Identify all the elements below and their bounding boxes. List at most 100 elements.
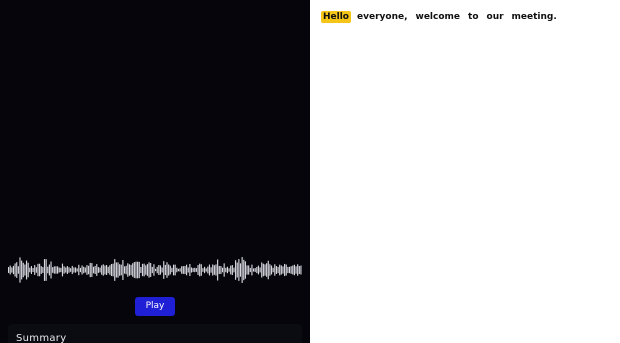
- waveform-bar: [274, 264, 276, 276]
- waveform-bar: [164, 264, 166, 276]
- waveform-bar: [53, 266, 55, 274]
- waveform-bar: [112, 263, 114, 277]
- waveform-bar: [161, 267, 163, 273]
- waveform-bar: [107, 266, 109, 274]
- waveform-bar: [261, 262, 263, 278]
- waveform-bar: [297, 264, 299, 276]
- waveform-bar: [248, 265, 250, 275]
- waveform-bar: [40, 266, 42, 274]
- waveform-bar: [236, 262, 238, 278]
- waveform-bar: [106, 265, 108, 275]
- waveform-bar: [32, 268, 34, 272]
- waveform-bar: [287, 266, 289, 274]
- waveform-bar: [29, 267, 31, 273]
- waveform-bar: [200, 264, 202, 276]
- waveform-bar: [135, 261, 137, 279]
- waveform-bar: [288, 266, 291, 274]
- waveform-bar: [298, 266, 300, 274]
- waveform-bar: [285, 264, 287, 276]
- waveform-bar: [97, 267, 99, 273]
- waveform-bar: [275, 266, 278, 274]
- waveform-bar: [143, 263, 145, 277]
- waveform-bar: [262, 263, 264, 277]
- waveform-bar: [122, 259, 124, 280]
- waveform-bar: [30, 266, 33, 274]
- waveform-bar: [110, 264, 113, 277]
- waveform-bar: [16, 262, 18, 278]
- waveform-bar: [12, 265, 15, 275]
- transcript-pane: [310, 0, 620, 343]
- waveform-bar: [223, 263, 225, 277]
- waveform-bar: [280, 265, 282, 275]
- waveform-bar: [197, 265, 199, 275]
- waveform-bar: [92, 266, 95, 274]
- waveform-bar: [177, 268, 180, 272]
- waveform-bar: [125, 265, 127, 275]
- waveform-bar: [210, 267, 212, 273]
- audio-waveform-icon[interactable]: [8, 255, 302, 285]
- waveform-bar: [176, 267, 178, 273]
- waveform-bar: [159, 265, 162, 275]
- waveform-bar: [9, 265, 11, 275]
- waveform-bar: [243, 259, 245, 281]
- waveform-bar: [270, 265, 273, 275]
- waveform-bar: [230, 265, 232, 275]
- waveform-bar: [235, 260, 237, 280]
- waveform-bar: [231, 265, 233, 275]
- waveform-bar: [43, 259, 46, 281]
- waveform-bar: [71, 265, 73, 275]
- waveform-bar: [179, 268, 181, 272]
- waveform-bar: [225, 267, 227, 273]
- waveform-bar: [295, 266, 297, 274]
- waveform-bar: [239, 263, 242, 277]
- waveform-bar: [186, 264, 188, 276]
- play-button[interactable]: Play: [135, 297, 175, 316]
- transcript-word[interactable]: meeting.: [510, 11, 559, 23]
- transcript-word[interactable]: our: [485, 11, 506, 23]
- waveform-bar: [78, 264, 80, 276]
- waveform-bar: [22, 262, 24, 278]
- waveform-bar: [70, 268, 72, 272]
- transcript-word[interactable]: to: [466, 11, 481, 23]
- waveform-bar: [60, 267, 62, 273]
- waveform-bar: [47, 266, 49, 274]
- waveform-bar: [89, 262, 91, 278]
- waveform-bar: [253, 268, 255, 272]
- waveform-bar: [215, 264, 217, 276]
- waveform-bar: [266, 263, 268, 277]
- waveform-bar: [25, 260, 28, 280]
- waveform-bar: [34, 265, 36, 275]
- waveform-bar: [218, 266, 220, 274]
- waveform-bar: [57, 266, 59, 274]
- waveform-bar: [27, 262, 29, 278]
- waveform-bar: [290, 266, 292, 274]
- waveform-bar: [292, 265, 294, 275]
- waveform-bar: [199, 263, 201, 277]
- waveform-bar: [267, 260, 269, 280]
- transcript-word[interactable]: welcome: [414, 11, 463, 23]
- waveform-bar: [182, 266, 184, 274]
- waveform-bar: [220, 265, 222, 275]
- waveform-bar: [79, 267, 82, 273]
- waveform-bar: [226, 266, 229, 274]
- waveform-bar: [127, 263, 129, 277]
- audio-player-pane: Play Summary: [0, 0, 310, 343]
- transcript-word[interactable]: Hello: [321, 11, 351, 23]
- waveform-bar: [104, 265, 106, 275]
- waveform-bar: [52, 267, 54, 273]
- waveform-bar: [153, 264, 155, 276]
- waveform-bar: [86, 265, 88, 275]
- waveform-bar: [37, 263, 39, 277]
- waveform-bar: [189, 263, 191, 277]
- waveform-bar: [83, 266, 85, 274]
- waveform-bar: [117, 262, 119, 278]
- waveform-bar: [254, 268, 256, 272]
- waveform-bar: [21, 260, 23, 280]
- waveform-bar: [24, 264, 26, 276]
- waveform-bar: [272, 267, 274, 273]
- waveform-bar: [17, 266, 19, 274]
- waveform-bar: [61, 263, 64, 277]
- waveform-bar: [48, 264, 50, 276]
- waveform-bar: [204, 266, 206, 274]
- transcript-word[interactable]: everyone,: [355, 11, 410, 23]
